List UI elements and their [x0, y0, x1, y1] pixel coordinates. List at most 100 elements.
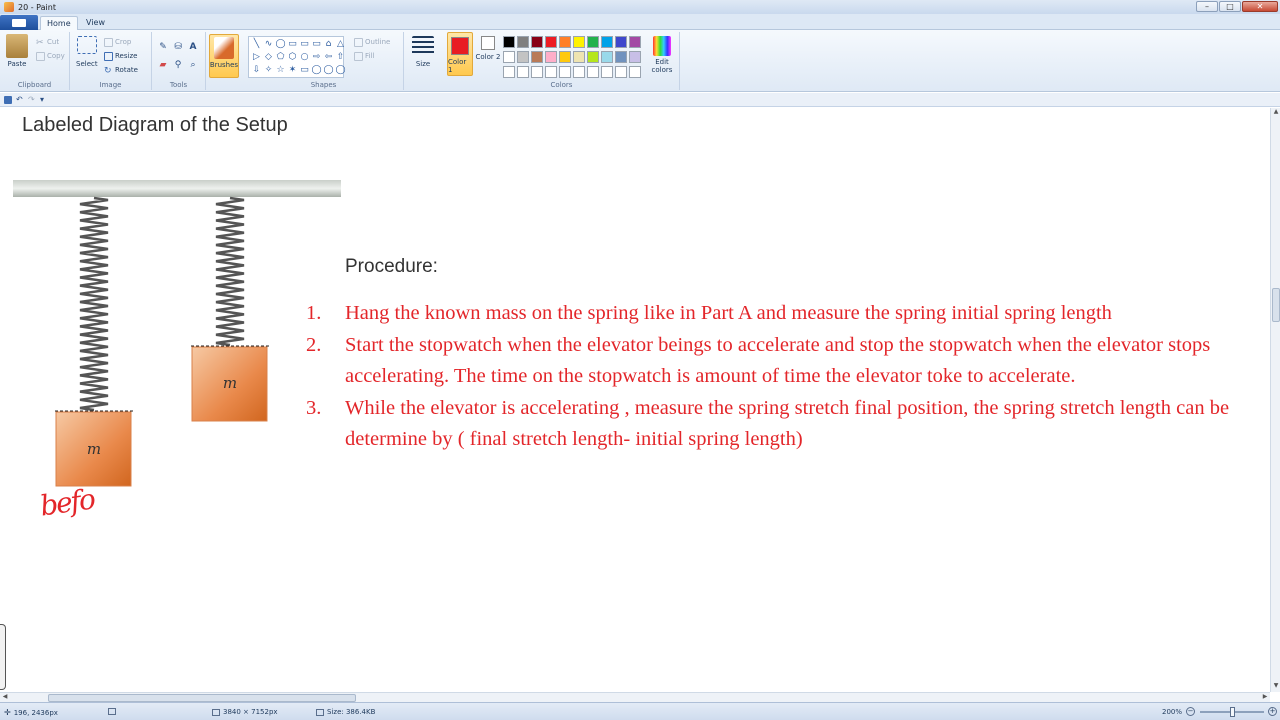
close-button[interactable]: ✕ — [1242, 1, 1278, 12]
palette-color-swatch[interactable] — [587, 51, 599, 63]
colors-group: Color 1 Color 2 Edit colors Colors — [444, 32, 680, 90]
shape-option-icon[interactable]: △ — [335, 38, 346, 51]
shape-option-icon[interactable]: ✶ — [287, 64, 298, 77]
zoom-out-icon[interactable]: − — [1186, 707, 1195, 716]
pencil-icon[interactable]: ✎ — [156, 40, 170, 53]
shape-option-icon[interactable]: ╲ — [251, 38, 262, 51]
vertical-scroll-thumb[interactable] — [1272, 288, 1280, 322]
palette-color-swatch[interactable] — [615, 51, 627, 63]
outline-dropdown[interactable]: Outline — [354, 36, 390, 48]
shape-option-icon[interactable]: ○ — [299, 51, 310, 64]
paste-button[interactable]: Paste — [6, 34, 28, 68]
palette-color-swatch[interactable] — [531, 66, 543, 78]
cut-button[interactable]: ✂ Cut — [36, 36, 59, 48]
shapes-gallery[interactable]: ╲ ∿ ◯ ▭ ▭ ▭ ⌂ △ ▷ ◇ ⬠ ⬡ ○ ⇨ ⇦ ⇧ ⇩ ✧ ☆ ✶ ▭ ◯ ◯ ◯ — [248, 36, 346, 78]
shape-option-icon[interactable]: ∿ — [263, 38, 274, 51]
file-menu-button[interactable] — [0, 15, 38, 30]
palette-color-swatch[interactable] — [573, 36, 585, 48]
left-mass-label: m — [87, 440, 101, 458]
shape-option-icon[interactable]: ◯ — [335, 64, 346, 77]
palette-color-swatch[interactable] — [545, 66, 557, 78]
palette-color-swatch[interactable] — [629, 66, 641, 78]
size-button[interactable]: Size — [412, 36, 434, 68]
palette-color-swatch[interactable] — [601, 66, 613, 78]
shape-option-icon[interactable]: ⇦ — [323, 51, 334, 64]
scroll-down-icon[interactable]: ▼ — [1271, 682, 1280, 692]
color-picker-icon[interactable]: ⚲ — [171, 58, 185, 71]
palette-color-swatch[interactable] — [573, 51, 585, 63]
customize-toolbar-icon[interactable]: ▾ — [40, 95, 48, 104]
palette-color-swatch[interactable] — [629, 51, 641, 63]
crop-button[interactable]: Crop — [104, 36, 131, 48]
shape-option-icon[interactable]: ⇧ — [335, 51, 346, 64]
shape-option-icon[interactable]: ▭ — [299, 38, 310, 51]
palette-color-swatch[interactable] — [629, 36, 641, 48]
maximize-button[interactable]: □ — [1219, 1, 1241, 12]
shape-option-icon[interactable]: ◯ — [311, 64, 322, 77]
palette-color-swatch[interactable] — [531, 36, 543, 48]
shape-option-icon[interactable]: ⇨ — [311, 51, 322, 64]
shape-option-icon[interactable]: ⬠ — [275, 51, 286, 64]
palette-color-swatch[interactable] — [601, 36, 613, 48]
minimize-button[interactable]: – — [1196, 1, 1218, 12]
palette-color-swatch[interactable] — [517, 66, 529, 78]
fill-bucket-icon[interactable]: ⛁ — [171, 40, 185, 53]
shape-option-icon[interactable]: ☆ — [275, 64, 286, 77]
vertical-scrollbar[interactable]: ▲ ▼ — [1270, 108, 1280, 692]
scroll-up-icon[interactable]: ▲ — [1271, 108, 1280, 118]
drawing-canvas[interactable]: Labeled Diagram of the Setup m m befo Pr… — [0, 108, 1270, 692]
palette-color-swatch[interactable] — [531, 51, 543, 63]
color-2-button[interactable]: Color 2 — [475, 32, 501, 76]
palette-color-swatch[interactable] — [559, 36, 571, 48]
save-icon[interactable] — [4, 95, 12, 104]
shape-option-icon[interactable]: ⬡ — [287, 51, 298, 64]
palette-color-swatch[interactable] — [587, 36, 599, 48]
tab-home[interactable]: Home — [40, 16, 78, 30]
zoom-slider-knob[interactable] — [1230, 707, 1235, 717]
color-1-button[interactable]: Color 1 — [447, 32, 473, 76]
palette-color-swatch[interactable] — [503, 36, 515, 48]
palette-color-swatch[interactable] — [587, 66, 599, 78]
shape-option-icon[interactable]: ✧ — [263, 64, 274, 77]
palette-color-swatch[interactable] — [503, 66, 515, 78]
brushes-button[interactable]: Brushes — [209, 34, 239, 78]
palette-color-swatch[interactable] — [615, 66, 627, 78]
select-button[interactable]: Select — [76, 36, 98, 68]
palette-color-swatch[interactable] — [503, 51, 515, 63]
redo-icon[interactable]: ↷ — [28, 95, 36, 104]
shape-option-icon[interactable]: ▭ — [287, 38, 298, 51]
fill-dropdown[interactable]: Fill — [354, 50, 374, 62]
paint-app-icon[interactable] — [4, 2, 14, 12]
shape-option-icon[interactable]: ▭ — [311, 38, 322, 51]
shape-option-icon[interactable]: ◯ — [275, 38, 286, 51]
shape-option-icon[interactable]: ▷ — [251, 51, 262, 64]
palette-color-swatch[interactable] — [545, 36, 557, 48]
text-tool-icon[interactable]: A — [186, 40, 200, 53]
zoom-in-icon[interactable]: + — [1268, 707, 1277, 716]
horizontal-scrollbar[interactable]: ◀ ▶ — [0, 692, 1270, 702]
magnifier-icon[interactable]: ⌕ — [186, 58, 200, 71]
palette-color-swatch[interactable] — [517, 36, 529, 48]
resize-button[interactable]: Resize — [104, 50, 137, 62]
palette-color-swatch[interactable] — [517, 51, 529, 63]
rotate-button[interactable]: ↻ Rotate — [104, 64, 138, 76]
palette-color-swatch[interactable] — [545, 51, 557, 63]
zoom-slider[interactable] — [1200, 707, 1264, 717]
edit-colors-button[interactable]: Edit colors — [650, 36, 674, 74]
palette-color-swatch[interactable] — [601, 51, 613, 63]
canvas-resize-handle[interactable] — [0, 624, 6, 690]
shape-option-icon[interactable]: ▭ — [299, 64, 310, 77]
palette-color-swatch[interactable] — [559, 66, 571, 78]
palette-color-swatch[interactable] — [573, 66, 585, 78]
undo-icon[interactable]: ↶ — [16, 95, 24, 104]
shape-option-icon[interactable]: ◇ — [263, 51, 274, 64]
shape-option-icon[interactable]: ◯ — [323, 64, 334, 77]
shape-option-icon[interactable]: ⇩ — [251, 64, 262, 77]
palette-color-swatch[interactable] — [559, 51, 571, 63]
palette-color-swatch[interactable] — [615, 36, 627, 48]
eraser-icon[interactable]: ▰ — [156, 58, 170, 71]
shape-option-icon[interactable]: ⌂ — [323, 38, 334, 51]
copy-button[interactable]: Copy — [36, 50, 65, 62]
horizontal-scroll-thumb[interactable] — [48, 694, 356, 702]
tab-view[interactable]: View — [80, 16, 111, 30]
